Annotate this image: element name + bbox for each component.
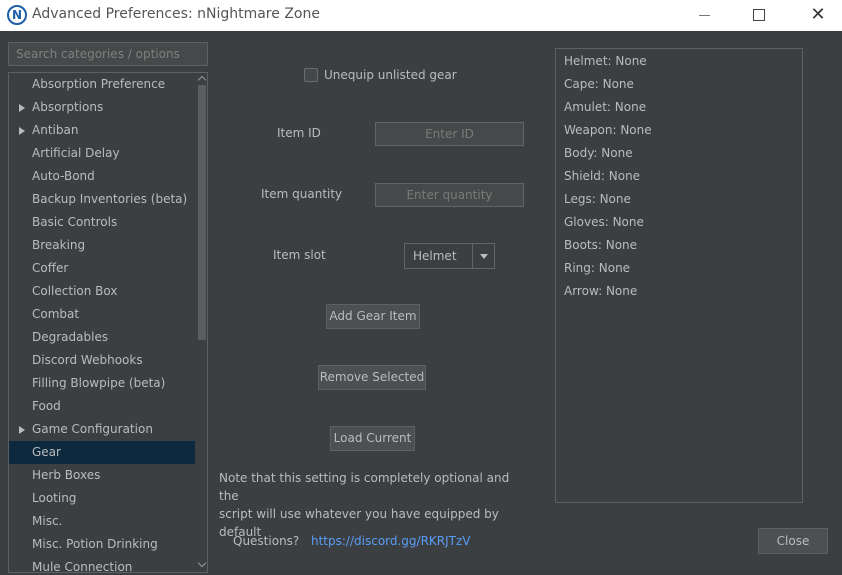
- category-scrollbar[interactable]: [196, 73, 207, 572]
- category-item[interactable]: Mule Connection: [9, 556, 195, 573]
- category-item[interactable]: Misc. Potion Drinking: [9, 533, 195, 556]
- close-button[interactable]: Close: [758, 528, 828, 554]
- expand-arrow-icon[interactable]: [19, 127, 25, 135]
- scroll-up-icon[interactable]: [198, 74, 207, 83]
- category-item-label: Absorptions: [32, 100, 104, 114]
- category-item-label: Food: [32, 399, 61, 413]
- chevron-down-icon[interactable]: [480, 254, 488, 259]
- category-list-items: Absorption Preference Absorptions Antiban A…: [9, 73, 195, 573]
- category-item[interactable]: Discord Webhooks: [9, 349, 195, 372]
- close-window-button[interactable]: ✕: [795, 0, 841, 31]
- search-input[interactable]: [8, 42, 208, 66]
- category-item-label: Game Configuration: [32, 422, 153, 436]
- category-item-label: Basic Controls: [32, 215, 118, 229]
- category-item[interactable]: Artificial Delay: [9, 142, 195, 165]
- item-quantity-input[interactable]: [375, 183, 524, 207]
- gear-list-item[interactable]: Gloves: None: [556, 211, 652, 234]
- category-item[interactable]: Misc.: [9, 510, 195, 533]
- category-item-label: Discord Webhooks: [32, 353, 143, 367]
- gear-list-item[interactable]: Helmet: None: [556, 50, 652, 73]
- category-item[interactable]: Gear: [9, 441, 195, 464]
- item-slot-label: Item slot: [273, 248, 326, 262]
- category-item[interactable]: Absorptions: [9, 96, 195, 119]
- load-current-button[interactable]: Load Current: [330, 426, 415, 451]
- gear-list-item[interactable]: Body: None: [556, 142, 652, 165]
- category-list: Absorption Preference Absorptions Antiban A…: [8, 72, 208, 573]
- gear-list-item[interactable]: Ring: None: [556, 257, 652, 280]
- category-item[interactable]: Filling Blowpipe (beta): [9, 372, 195, 395]
- gear-list-item[interactable]: Boots: None: [556, 234, 652, 257]
- category-item[interactable]: Absorption Preference: [9, 73, 195, 96]
- app-logo-icon: N: [7, 5, 27, 25]
- category-item-label: Combat: [32, 307, 80, 321]
- item-id-label: Item ID: [277, 126, 321, 140]
- add-gear-item-button[interactable]: Add Gear Item: [326, 304, 420, 329]
- category-item[interactable]: Combat: [9, 303, 195, 326]
- category-item[interactable]: Food: [9, 395, 195, 418]
- category-item-label: Mule Connection: [32, 560, 133, 573]
- unequip-unlisted-checkbox[interactable]: [304, 68, 318, 82]
- category-item-label: Breaking: [32, 238, 86, 252]
- remove-selected-button[interactable]: Remove Selected: [318, 365, 426, 390]
- category-item[interactable]: Degradables: [9, 326, 195, 349]
- gear-list: Helmet: None Cape: None Amulet: None Weapon…: [555, 48, 803, 503]
- gear-list-item[interactable]: Cape: None: [556, 73, 652, 96]
- scroll-thumb[interactable]: [198, 85, 206, 340]
- select-divider: [472, 244, 473, 268]
- category-item-label: Backup Inventories (beta): [32, 192, 188, 206]
- unequip-unlisted-label[interactable]: Unequip unlisted gear: [324, 68, 457, 82]
- category-item-label: Coffer: [32, 261, 69, 275]
- discord-link[interactable]: https://discord.gg/RKRJTzV: [311, 534, 471, 548]
- item-id-input[interactable]: [375, 122, 524, 146]
- category-item[interactable]: Collection Box: [9, 280, 195, 303]
- category-item-label: Herb Boxes: [32, 468, 101, 482]
- category-item[interactable]: Antiban: [9, 119, 195, 142]
- category-item-label: Antiban: [32, 123, 79, 137]
- category-item[interactable]: Backup Inventories (beta): [9, 188, 195, 211]
- gear-list-items: Helmet: None Cape: None Amulet: None Weapon…: [556, 50, 652, 303]
- expand-arrow-icon[interactable]: [19, 426, 25, 434]
- gear-list-item[interactable]: Arrow: None: [556, 280, 652, 303]
- category-item-label: Misc. Potion Drinking: [32, 537, 158, 551]
- title-bar: N Advanced Preferences: nNightmare Zone …: [0, 0, 842, 31]
- category-item[interactable]: Coffer: [9, 257, 195, 280]
- gear-note: Note that this setting is completely opt…: [219, 469, 529, 541]
- item-slot-value: Helmet: [413, 249, 457, 263]
- window-title: Advanced Preferences: nNightmare Zone: [32, 6, 320, 22]
- gear-list-item[interactable]: Legs: None: [556, 188, 652, 211]
- category-item-label: Artificial Delay: [32, 146, 120, 160]
- category-item[interactable]: Game Configuration: [9, 418, 195, 441]
- minimize-button[interactable]: [682, 0, 728, 31]
- category-item-label: Gear: [32, 445, 61, 459]
- category-item-label: Looting: [32, 491, 77, 505]
- category-item-label: Collection Box: [32, 284, 118, 298]
- item-slot-select[interactable]: Helmet: [404, 243, 495, 269]
- category-item[interactable]: Herb Boxes: [9, 464, 195, 487]
- scroll-down-icon[interactable]: [198, 560, 207, 569]
- category-item-label: Degradables: [32, 330, 109, 344]
- questions-label: Questions?: [233, 534, 300, 548]
- category-item-label: Filling Blowpipe (beta): [32, 376, 166, 390]
- category-item-label: Misc.: [32, 514, 63, 528]
- gear-list-item[interactable]: Amulet: None: [556, 96, 652, 119]
- category-item[interactable]: Looting: [9, 487, 195, 510]
- category-item[interactable]: Basic Controls: [9, 211, 195, 234]
- category-item[interactable]: Breaking: [9, 234, 195, 257]
- category-item[interactable]: Auto-Bond: [9, 165, 195, 188]
- gear-list-item[interactable]: Weapon: None: [556, 119, 652, 142]
- maximize-button[interactable]: [736, 0, 782, 31]
- category-item-label: Auto-Bond: [32, 169, 95, 183]
- expand-arrow-icon[interactable]: [19, 104, 25, 112]
- gear-list-item[interactable]: Shield: None: [556, 165, 652, 188]
- item-quantity-label: Item quantity: [261, 187, 343, 201]
- gear-note-line-1: Note that this setting is completely opt…: [219, 471, 510, 503]
- category-item-label: Absorption Preference: [32, 77, 166, 91]
